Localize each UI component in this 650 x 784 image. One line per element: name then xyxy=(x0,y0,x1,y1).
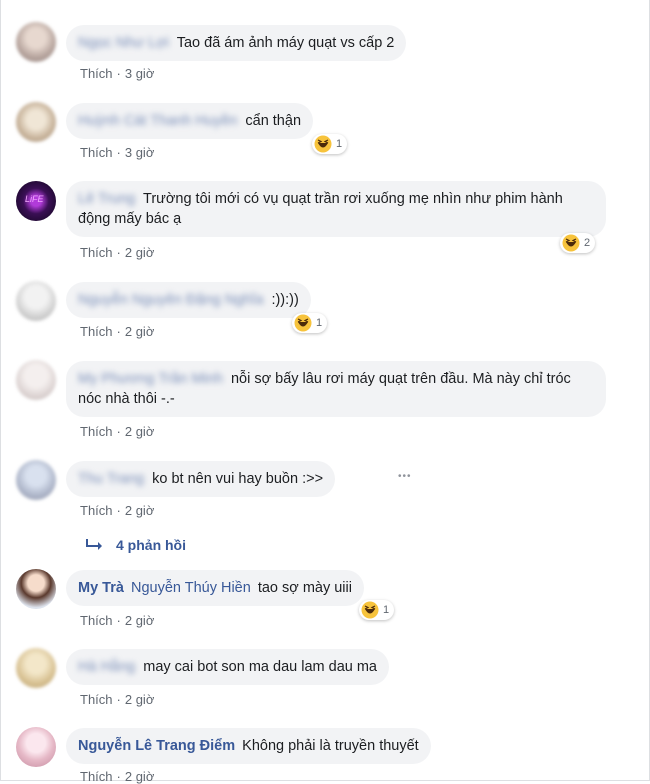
comment-text: :)):)) xyxy=(271,292,299,308)
avatar[interactable]: LiFE xyxy=(16,181,56,221)
like-link[interactable]: Thích xyxy=(80,324,113,339)
comment-meta: Thích · 2 giờ xyxy=(80,692,155,707)
comment-bubble: Thu Trang ko bt nên vui hay buồn :>> xyxy=(66,461,336,497)
comment-bubble: My Phương Trần Minh nỗi sợ bấy lâu rơi m… xyxy=(66,361,606,417)
timestamp[interactable]: 2 giờ xyxy=(125,324,155,339)
like-link[interactable]: Thích xyxy=(80,66,113,81)
comment-meta: Thích · 2 giờ xyxy=(80,503,155,518)
replies-label: 4 phản hồi xyxy=(116,537,186,553)
haha-icon xyxy=(294,314,312,332)
avatar[interactable] xyxy=(16,360,56,400)
commenter-name[interactable]: My Phương Trần Minh xyxy=(78,371,223,387)
tagged-user-link[interactable]: Nguyễn Thúy Hiền xyxy=(131,580,251,596)
comment-text: tao sợ mày uiii xyxy=(257,580,352,596)
like-link[interactable]: Thích xyxy=(80,503,113,518)
comment-meta: Thích · 2 giờ xyxy=(80,245,155,260)
commenter-name[interactable]: Ngọc Như Lợi xyxy=(78,35,169,51)
like-link[interactable]: Thích xyxy=(80,424,113,439)
comment-meta: Thích · 2 giờ xyxy=(80,613,155,628)
avatar[interactable] xyxy=(16,648,56,688)
timestamp[interactable]: 3 giờ xyxy=(125,145,155,160)
like-link[interactable]: Thích xyxy=(80,245,113,260)
reaction-count[interactable]: 1 xyxy=(292,313,328,333)
comment-meta: Thích · 2 giờ xyxy=(80,424,155,439)
commenter-name[interactable]: Thu Trang xyxy=(78,471,144,487)
comment-bubble: Ngọc Như Lợi Tao đã ám ảnh máy quạt vs c… xyxy=(66,25,407,61)
view-replies-link[interactable]: 4 phản hồi xyxy=(86,537,186,553)
reaction-count[interactable]: 1 xyxy=(359,600,395,620)
comment-bubble: Hà Hằng may cai bot son ma dau lam dau m… xyxy=(66,649,389,685)
like-link[interactable]: Thích xyxy=(80,613,113,628)
comment-text: may cai bot son ma dau lam dau ma xyxy=(143,659,377,675)
haha-icon xyxy=(314,135,332,153)
reaction-count[interactable]: 2 xyxy=(560,233,596,253)
timestamp[interactable]: 2 giờ xyxy=(125,613,155,628)
comment-text: ko bt nên vui hay buồn :>> xyxy=(152,471,324,487)
comment-text: Trường tôi mới có vụ quạt trần rơi xuống… xyxy=(78,191,563,227)
timestamp[interactable]: 2 giờ xyxy=(125,245,155,260)
timestamp[interactable]: 3 giờ xyxy=(125,66,155,81)
more-options-icon[interactable]: ••• xyxy=(398,471,412,482)
comment-text: Tao đã ám ảnh máy quạt vs cấp 2 xyxy=(176,35,395,51)
commenter-name[interactable]: Nguyễn Nguyên Đặng Nghĩa xyxy=(78,292,263,308)
avatar[interactable] xyxy=(16,22,56,62)
commenter-name[interactable]: Huỳnh Cát Thanh Huyền xyxy=(78,113,237,129)
timestamp[interactable]: 2 giờ xyxy=(125,503,155,518)
timestamp[interactable]: 2 giờ xyxy=(125,424,155,439)
like-link[interactable]: Thích xyxy=(80,692,113,707)
comment-bubble: My Trà Nguyễn Thúy Hiền tao sợ mày uiii xyxy=(66,570,364,606)
reaction-number: 1 xyxy=(336,138,343,150)
comment-bubble: Lê Trung Trường tôi mới có vụ quạt trần … xyxy=(66,181,606,237)
reaction-number: 2 xyxy=(584,237,591,249)
timestamp[interactable]: 2 giờ xyxy=(125,692,155,707)
commenter-name[interactable]: Lê Trung xyxy=(78,191,135,207)
avatar[interactable] xyxy=(16,569,56,609)
reaction-number: 1 xyxy=(383,604,390,616)
commenter-name[interactable]: Nguyễn Lê Trang Điểm xyxy=(78,738,235,754)
comment-meta: Thích · 3 giờ xyxy=(80,145,155,160)
like-link[interactable]: Thích xyxy=(80,145,113,160)
haha-icon xyxy=(361,601,379,619)
commenter-name[interactable]: My Trà xyxy=(78,580,124,596)
haha-icon xyxy=(562,234,580,252)
comment-bubble: Nguyễn Lê Trang Điểm Không phải là truyề… xyxy=(66,728,431,764)
comment-meta: Thích · 2 giờ xyxy=(80,324,155,339)
avatar[interactable] xyxy=(16,281,56,321)
avatar-logo: LiFE xyxy=(25,194,44,204)
avatar[interactable] xyxy=(16,460,56,500)
comment-bubble: Huỳnh Cát Thanh Huyền cẩn thận xyxy=(66,103,314,139)
reply-arrow-icon xyxy=(86,539,102,550)
comment-text: cẩn thận xyxy=(245,113,302,129)
comment-bubble: Nguyễn Nguyên Đặng Nghĩa :)):)) xyxy=(66,282,311,318)
commenter-name[interactable]: Hà Hằng xyxy=(78,659,135,675)
reaction-count[interactable]: 1 xyxy=(312,134,348,154)
avatar[interactable] xyxy=(16,727,56,767)
comment-meta: Thích · 3 giờ xyxy=(80,66,155,81)
comment-text: Không phải là truyền thuyết xyxy=(242,738,419,754)
reaction-number: 1 xyxy=(316,317,323,329)
avatar[interactable] xyxy=(16,102,56,142)
